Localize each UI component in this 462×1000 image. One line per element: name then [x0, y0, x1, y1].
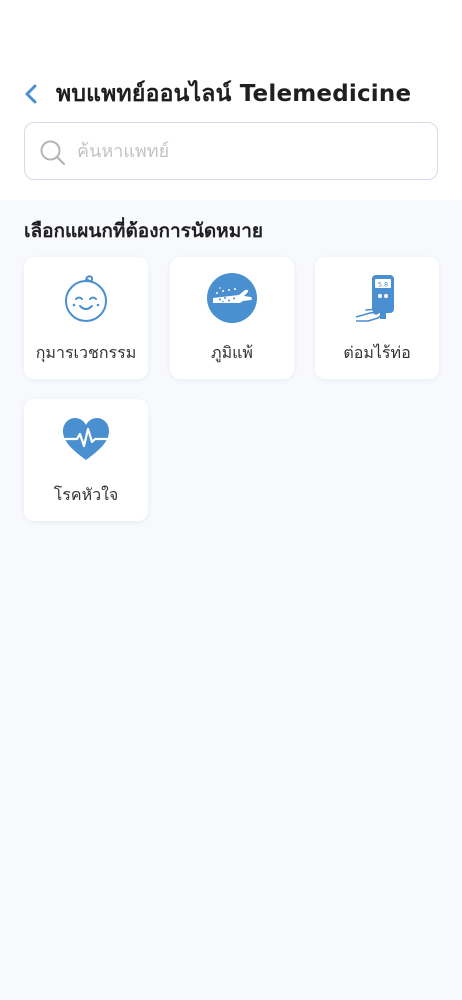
dept-card-allergy[interactable]: ภูมิแพ้	[170, 257, 294, 379]
dept-label: ต่อมไร้ท่อ	[343, 343, 411, 362]
heart-pulse-icon	[63, 418, 109, 460]
search-icon	[40, 140, 66, 166]
dept-card-cardiology[interactable]: โรคหัวใจ	[24, 399, 148, 521]
dept-card-pediatrics[interactable]: กุมารเวชกรรม	[24, 257, 148, 379]
baby-face-icon	[65, 275, 107, 322]
meter-reading: 5.8	[378, 281, 388, 289]
page-title: พบแพทย์ออนไลน์ Telemedicine	[56, 81, 412, 107]
chevron-left-icon	[25, 84, 37, 104]
search-input[interactable]	[77, 132, 427, 170]
dept-label: ภูมิแพ้	[211, 343, 253, 362]
glucose-meter-icon: 5.8	[355, 275, 394, 322]
dept-card-endocrine[interactable]: 5.8 ต่อมไร้ท่อ	[315, 257, 439, 379]
section-title: เลือกแผนกที่ต้องการนัดหมาย	[24, 220, 264, 242]
back-button[interactable]	[18, 78, 48, 110]
dept-label: กุมารเวชกรรม	[35, 343, 137, 362]
header: พบแพทย์ออนไลน์ Telemedicine	[0, 72, 462, 116]
dept-label: โรคหัวใจ	[53, 485, 119, 504]
allergy-arm-icon	[207, 273, 257, 323]
search-box[interactable]	[24, 122, 438, 180]
